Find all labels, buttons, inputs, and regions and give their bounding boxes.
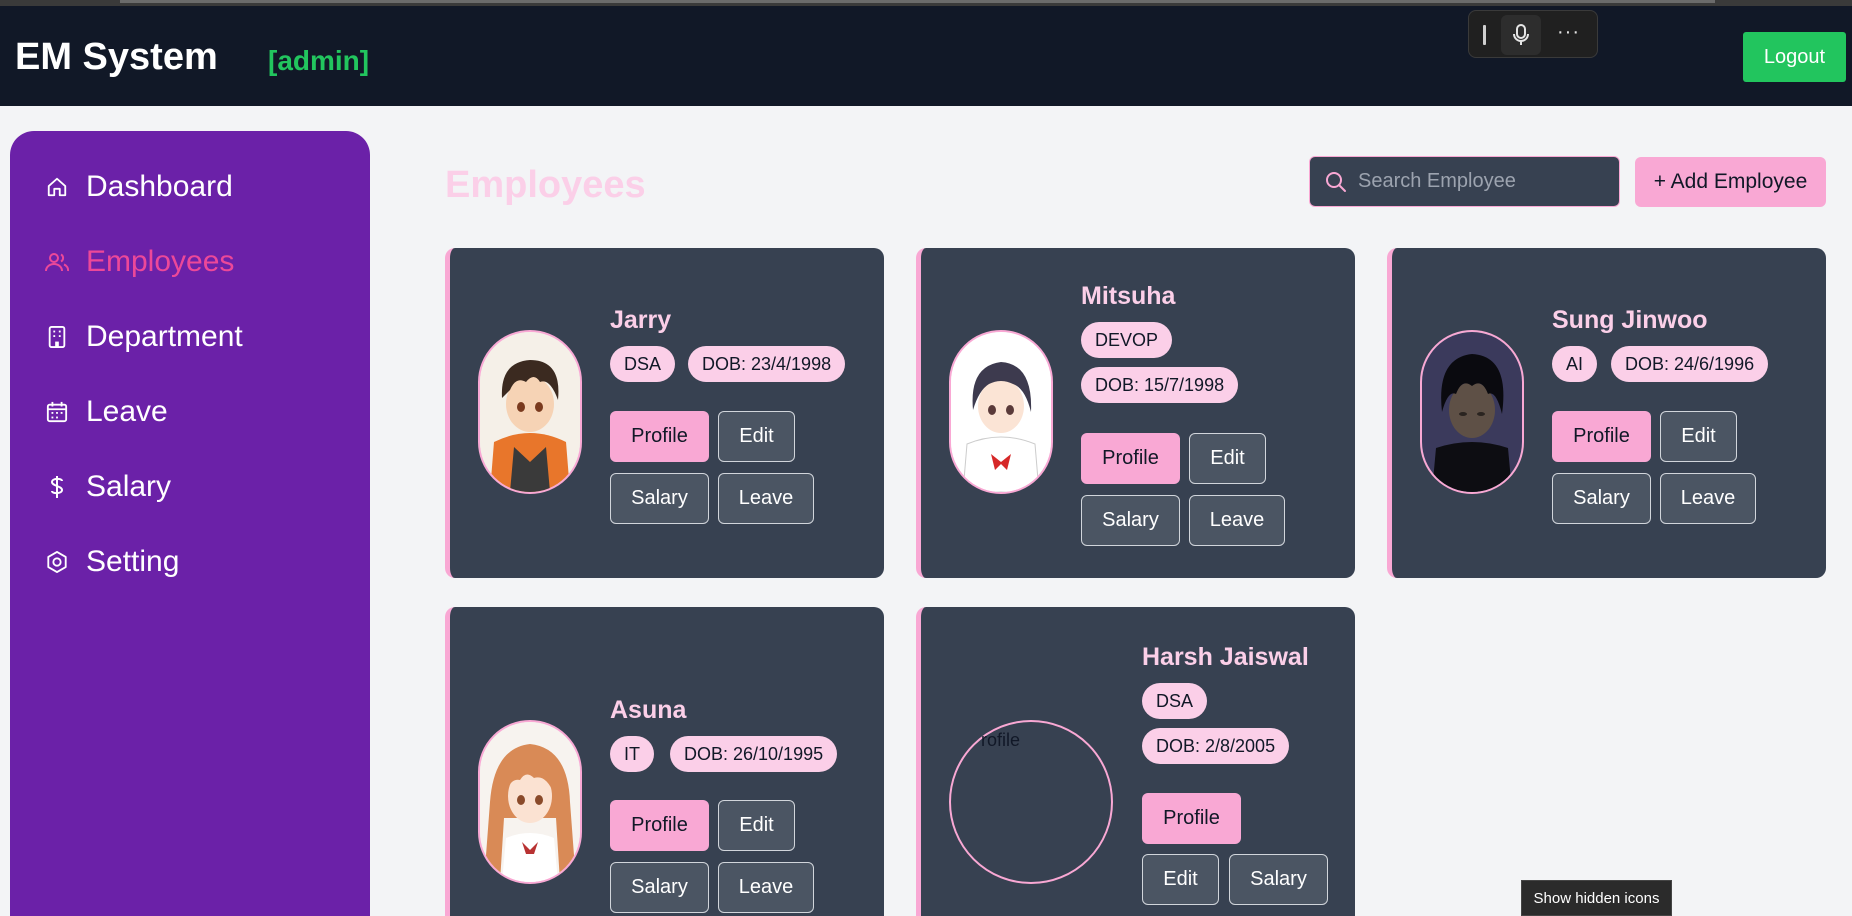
sidebar-item-label: Department (86, 320, 243, 353)
user-role-badge: [admin] (268, 45, 370, 76)
search-input[interactable] (1358, 157, 1613, 206)
edit-button[interactable]: Edit (1189, 433, 1266, 484)
sidebar-item-dashboard[interactable]: Dashboard (44, 167, 233, 207)
settings-icon (44, 549, 70, 575)
scroll-indicator (120, 0, 1715, 3)
employee-card-asuna: Asuna IT DOB: 26/10/1995 Profile Edit Sa… (445, 607, 884, 916)
sidebar-item-employees[interactable]: Employees (44, 242, 234, 282)
employee-name: Harsh Jaiswal (1142, 643, 1309, 671)
sidebar-item-label: Dashboard (86, 170, 233, 203)
sidebar: Dashboard Employees Department Leave Sal… (10, 131, 370, 916)
salary-button[interactable]: Salary (1552, 473, 1651, 524)
sidebar-item-setting[interactable]: Setting (44, 542, 179, 582)
edit-button[interactable]: Edit (1660, 411, 1737, 462)
department-badge: DEVOP (1081, 322, 1173, 358)
leave-button[interactable]: Leave (718, 473, 814, 524)
employee-avatar (1420, 330, 1524, 494)
sidebar-item-label: Employees (86, 245, 235, 278)
more-icon[interactable]: ··· (1557, 21, 1580, 44)
calendar-icon (44, 399, 70, 425)
app-brand: EM System (15, 36, 218, 78)
sidebar-item-leave[interactable]: Leave (44, 392, 168, 432)
employee-avatar (478, 720, 582, 884)
dob-badge: DOB: 26/10/1995 (670, 736, 838, 772)
employee-avatar (478, 330, 582, 494)
employee-card-sung-jinwoo: Sung Jinwoo AI DOB: 24/6/1996 Profile Ed… (1387, 248, 1826, 578)
page-title: Employees (445, 164, 646, 206)
edit-button[interactable]: Edit (718, 800, 795, 851)
dob-badge: DOB: 24/6/1996 (1611, 346, 1769, 382)
leave-button[interactable]: Leave (1189, 495, 1285, 546)
employee-card-jarry: Jarry DSA DOB: 23/4/1998 Profile Edit Sa… (445, 248, 884, 578)
search-icon (1324, 170, 1348, 199)
hidden-icons-tooltip: Show hidden icons (1521, 880, 1672, 916)
dob-badge: DOB: 2/8/2005 (1142, 728, 1290, 764)
employee-avatar: rofile (949, 720, 1113, 884)
profile-button[interactable]: Profile (610, 800, 709, 851)
building-icon (44, 324, 70, 350)
department-badge: DSA (1142, 683, 1208, 719)
sidebar-item-department[interactable]: Department (44, 317, 243, 357)
logout-button[interactable]: Logout (1743, 32, 1846, 82)
edit-button[interactable]: Edit (1142, 854, 1219, 905)
microphone-icon[interactable] (1501, 15, 1541, 55)
dob-badge: DOB: 15/7/1998 (1081, 367, 1239, 403)
add-employee-button[interactable]: + Add Employee (1635, 157, 1826, 207)
profile-button[interactable]: Profile (1552, 411, 1651, 462)
employee-name: Jarry (610, 306, 672, 334)
leave-button[interactable]: Leave (718, 862, 814, 913)
employee-card-mitsuha: Mitsuha DEVOP DOB: 15/7/1998 Profile Edi… (916, 248, 1355, 578)
department-badge: IT (610, 736, 654, 772)
avatar-alt-text: rofile (981, 730, 1021, 750)
employee-card-harsh-jaiswal: rofile Harsh Jaiswal DSA DOB: 2/8/2005 P… (916, 607, 1355, 916)
salary-button[interactable]: Salary (1081, 495, 1180, 546)
department-badge: AI (1552, 346, 1598, 382)
employee-avatar (949, 330, 1053, 494)
salary-button[interactable]: Salary (610, 862, 709, 913)
sidebar-item-label: Setting (86, 545, 180, 578)
text-cursor-icon[interactable] (1483, 25, 1486, 45)
salary-button[interactable]: Salary (1229, 854, 1328, 905)
profile-button[interactable]: Profile (610, 411, 709, 462)
department-badge: DSA (610, 346, 676, 382)
dob-badge: DOB: 23/4/1998 (688, 346, 846, 382)
edit-button[interactable]: Edit (718, 411, 795, 462)
profile-button[interactable]: Profile (1081, 433, 1180, 484)
employee-name: Mitsuha (1081, 282, 1176, 310)
sidebar-item-salary[interactable]: Salary (44, 467, 171, 507)
sidebar-item-label: Leave (86, 395, 168, 428)
leave-button[interactable]: Leave (1660, 473, 1756, 524)
users-icon (44, 249, 70, 275)
home-icon (44, 174, 70, 200)
employee-name: Asuna (610, 696, 687, 724)
employee-name: Sung Jinwoo (1552, 306, 1708, 334)
search-box[interactable] (1309, 156, 1620, 207)
dollar-icon (44, 474, 70, 500)
profile-button[interactable]: Profile (1142, 793, 1241, 844)
sidebar-item-label: Salary (86, 470, 172, 503)
voice-typing-toolbar: ··· (1468, 10, 1598, 58)
salary-button[interactable]: Salary (610, 473, 709, 524)
